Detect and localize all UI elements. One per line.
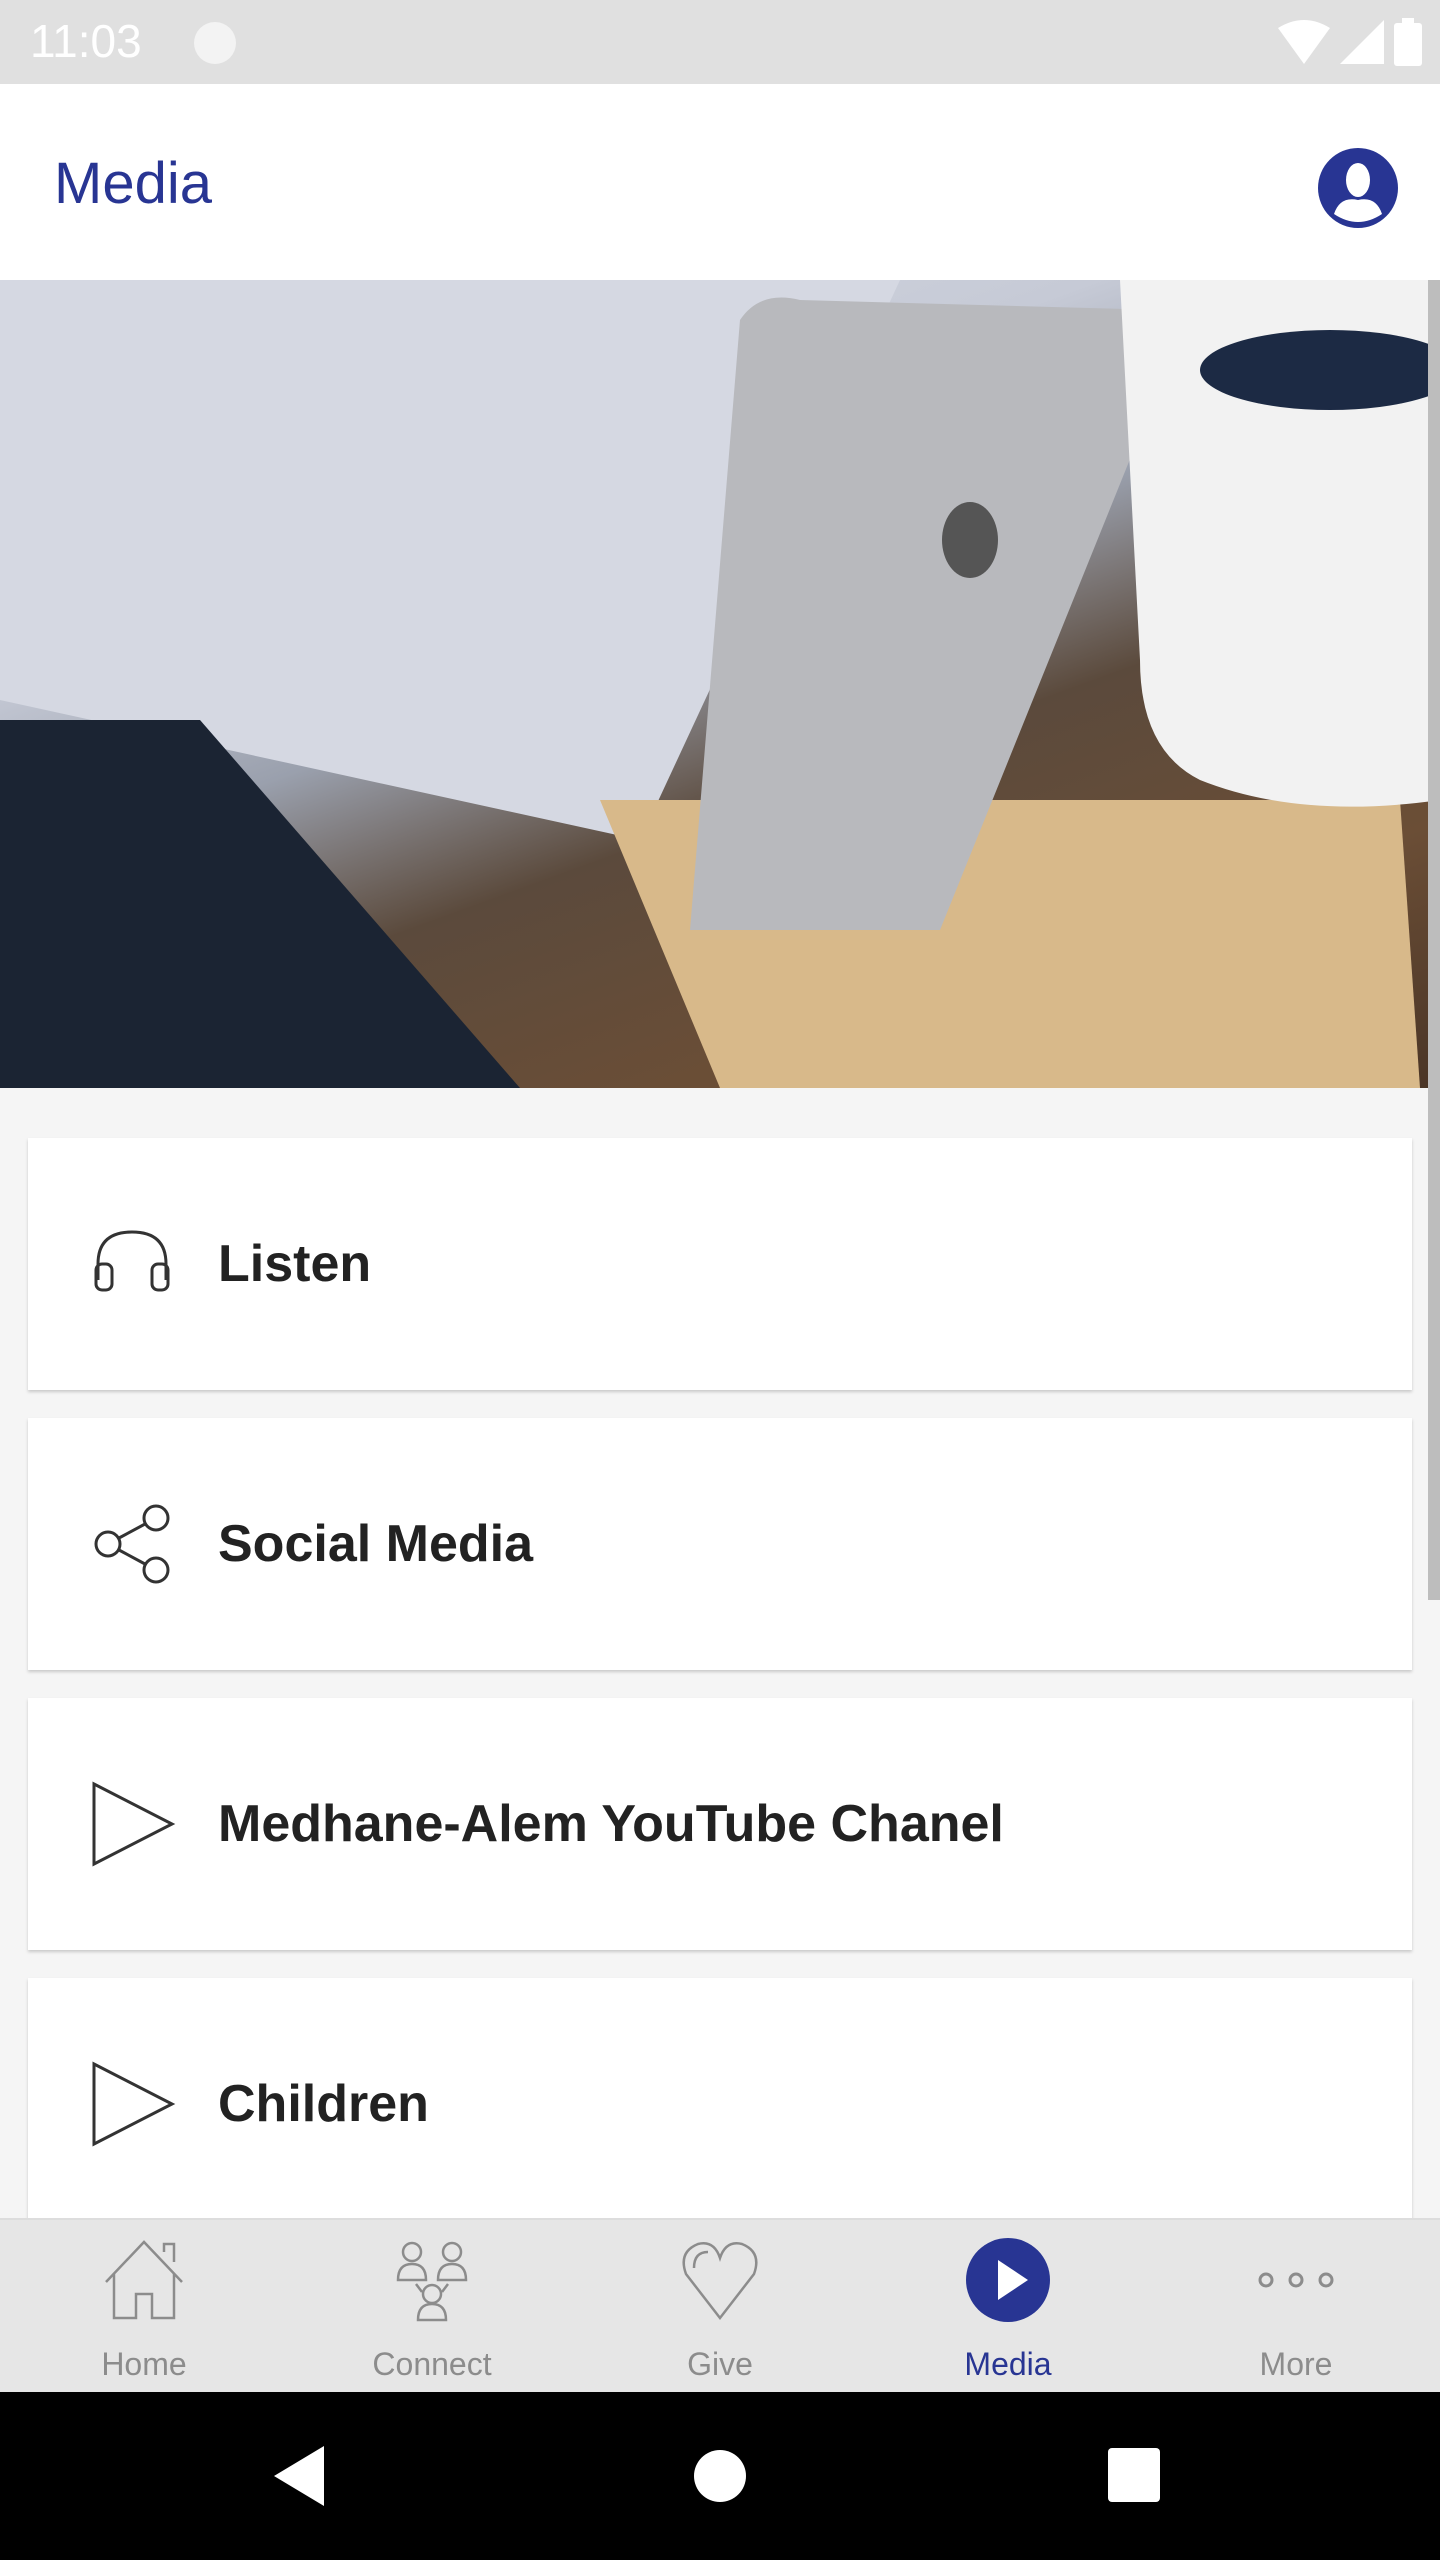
play-circle-icon	[966, 2238, 1050, 2322]
home-button-icon[interactable]	[694, 2450, 746, 2502]
recents-icon[interactable]	[1108, 2448, 1160, 2502]
people-icon	[396, 2241, 468, 2322]
menu-item-children[interactable]: Children	[28, 1978, 1412, 2230]
nav-label: Give	[687, 2346, 753, 2382]
nav-media[interactable]: Media	[864, 2220, 1152, 2394]
status-bar: 11:03	[0, 0, 1440, 84]
headphones-icon	[94, 1230, 170, 1292]
bottom-nav: Home Connect Give Media More	[0, 2218, 1440, 2392]
menu-item-label: Listen	[218, 1235, 372, 1293]
menu-item-label: Medhane-Alem YouTube Chanel	[218, 1795, 1004, 1853]
battery-icon	[1394, 18, 1422, 66]
home-icon	[105, 2240, 183, 2320]
status-icons	[1278, 18, 1422, 66]
nav-give[interactable]: Give	[576, 2220, 864, 2394]
menu-item-social-media[interactable]: Social Media	[28, 1418, 1412, 1670]
menu-item-listen[interactable]: Listen	[28, 1138, 1412, 1390]
nav-connect[interactable]: Connect	[288, 2220, 576, 2394]
wifi-icon	[1278, 20, 1330, 64]
more-icon	[1258, 2272, 1334, 2288]
scrollbar[interactable]	[1428, 280, 1440, 1600]
page-title: Media	[54, 151, 212, 216]
menu-item-youtube[interactable]: Medhane-Alem YouTube Chanel	[28, 1698, 1412, 1950]
play-icon	[92, 1781, 176, 1867]
menu-item-label: Children	[218, 2075, 429, 2133]
heart-icon	[682, 2242, 758, 2321]
nav-more[interactable]: More	[1152, 2220, 1440, 2394]
status-time: 11:03	[30, 15, 142, 67]
notification-icon	[194, 22, 236, 64]
system-nav-bar	[0, 2392, 1440, 2560]
play-icon	[92, 2061, 176, 2147]
nav-label: Media	[964, 2346, 1052, 2382]
nav-label: Connect	[372, 2346, 492, 2382]
hero-photo	[0, 280, 1440, 1088]
account-circle-icon[interactable]	[1318, 148, 1398, 228]
nav-label: Home	[101, 2346, 187, 2382]
share-icon	[94, 1504, 170, 1584]
hero-image	[0, 280, 1440, 1088]
nav-label: More	[1259, 2346, 1333, 2382]
back-icon[interactable]	[274, 2446, 326, 2506]
menu-item-label: Social Media	[218, 1515, 533, 1573]
nav-home[interactable]: Home	[0, 2220, 288, 2394]
app-header: Media	[0, 84, 1440, 280]
signal-icon	[1340, 20, 1384, 64]
